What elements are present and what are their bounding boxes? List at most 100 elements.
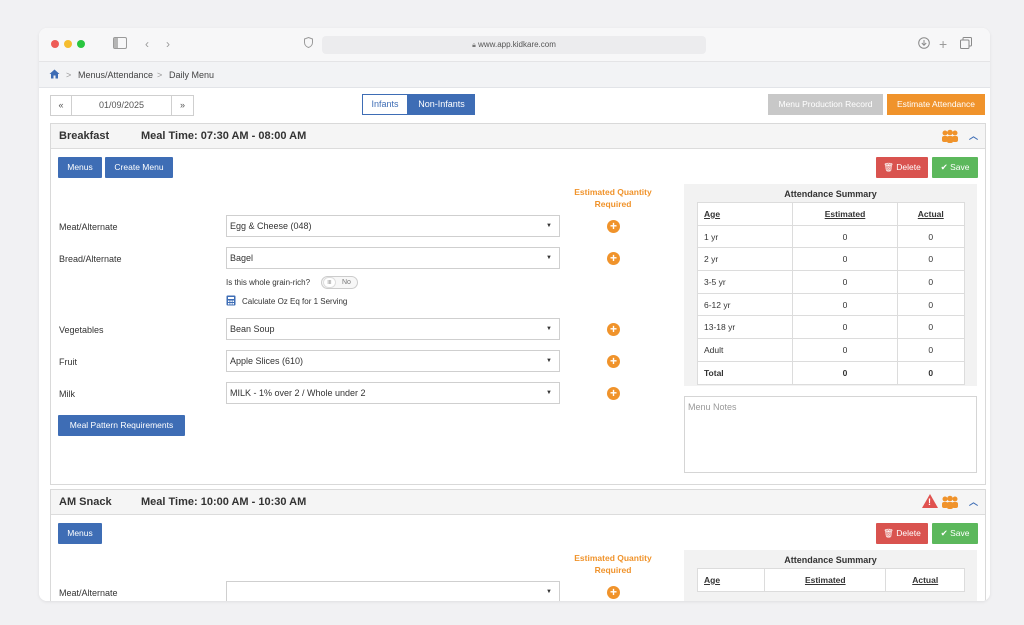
- delete-label: Delete: [896, 162, 921, 172]
- add-quantity-icon[interactable]: +: [607, 252, 620, 265]
- calculator-icon[interactable]: [226, 295, 236, 308]
- breakfast-header[interactable]: Breakfast Meal Time: 07:30 AM - 08:00 AM…: [51, 124, 985, 149]
- fruit-select[interactable]: Apple Slices (610) ▼: [226, 350, 560, 372]
- column-header-age[interactable]: Age: [696, 202, 794, 226]
- add-quantity-icon[interactable]: +: [607, 355, 620, 368]
- meal-time: Meal Time: 10:00 AM - 10:30 AM: [141, 496, 307, 508]
- breadcrumb: > Menus/Attendance > Daily Menu: [39, 62, 990, 88]
- next-date-button[interactable]: »: [171, 95, 194, 116]
- sidebar-toggle-icon[interactable]: [113, 37, 127, 52]
- meat-alternate-select[interactable]: Egg & Cheese (048) ▼: [226, 215, 560, 237]
- column-header-age[interactable]: Age: [696, 568, 766, 592]
- add-quantity-icon[interactable]: +: [607, 220, 620, 233]
- meal-pattern-requirements-button[interactable]: Meal Pattern Requirements: [58, 415, 185, 436]
- breadcrumb-menus-attendance[interactable]: Menus/Attendance: [78, 70, 153, 80]
- date-input[interactable]: 01/09/2025: [71, 95, 172, 116]
- bread-alternate-select[interactable]: Bagel ▼: [226, 247, 560, 269]
- browser-chrome: ‹ › 🔒︎ www.app.kidkare.com +: [39, 28, 990, 62]
- download-icon[interactable]: [918, 37, 930, 52]
- shield-icon[interactable]: [304, 36, 313, 51]
- minimize-window-dot[interactable]: [64, 40, 72, 48]
- caret-down-icon: ▼: [546, 390, 552, 396]
- meat-alternate-select[interactable]: ▼: [226, 581, 560, 601]
- breadcrumb-separator: >: [66, 70, 72, 80]
- column-header-estimated[interactable]: Estimated: [764, 568, 887, 592]
- attendance-summary-title: Attendance Summary: [784, 555, 877, 565]
- address-bar[interactable]: 🔒︎ www.app.kidkare.com: [322, 36, 706, 54]
- save-button[interactable]: ✔ Save: [932, 157, 978, 178]
- add-quantity-icon[interactable]: +: [607, 387, 620, 400]
- breadcrumb-daily-menu: Daily Menu: [169, 70, 215, 80]
- table-row: 13-18 yr 0 0: [696, 315, 966, 340]
- select-value: Egg & Cheese (048): [230, 221, 312, 231]
- chevron-up-icon[interactable]: ︿: [969, 495, 978, 508]
- select-value: Bagel: [230, 253, 254, 263]
- create-menu-button[interactable]: Create Menu: [105, 157, 173, 178]
- age-cell: 13-18 yr: [696, 315, 794, 340]
- prev-date-button[interactable]: «: [50, 95, 72, 116]
- estimated-cell: 0: [792, 338, 898, 362]
- column-header-actual[interactable]: Actual: [885, 568, 965, 592]
- tab-infants[interactable]: Infants: [362, 94, 408, 115]
- caret-down-icon: ▼: [546, 589, 552, 595]
- column-header-actual[interactable]: Actual: [896, 202, 966, 226]
- select-value: Apple Slices (610): [230, 356, 304, 366]
- check-circle-icon: ✔: [940, 528, 948, 538]
- menus-button[interactable]: Menus: [58, 157, 102, 178]
- component-label-bread: Bread/Alternate: [59, 254, 122, 264]
- new-tab-icon[interactable]: +: [939, 37, 947, 51]
- tab-overview-icon[interactable]: [960, 37, 972, 52]
- estimate-attendance-button[interactable]: Estimate Attendance: [887, 94, 985, 115]
- caret-down-icon: ▼: [546, 326, 552, 332]
- trash-icon: 🗑︎: [883, 528, 894, 538]
- calculate-oz-eq-link[interactable]: Calculate Oz Eq for 1 Serving: [242, 297, 347, 306]
- estimated-cell: 0: [792, 360, 898, 385]
- attendance-table: Age Estimated Actual: [696, 568, 965, 592]
- component-label-meat: Meat/Alternate: [59, 222, 118, 232]
- attendance-summary: Attendance Summary Age Estimated Actual: [684, 550, 977, 601]
- component-label-fruit: Fruit: [59, 357, 77, 367]
- add-quantity-icon[interactable]: +: [607, 323, 620, 336]
- close-window-dot[interactable]: [51, 40, 59, 48]
- table-row: Adult 0 0: [696, 338, 966, 362]
- milk-select[interactable]: MILK - 1% over 2 / Whole under 2 ▼: [226, 382, 560, 404]
- whole-grain-question: Is this whole grain-rich?: [226, 278, 311, 287]
- caret-down-icon: ▼: [546, 223, 552, 229]
- menus-button[interactable]: Menus: [58, 523, 102, 544]
- menu-production-record-button[interactable]: Menu Production Record: [768, 94, 883, 115]
- actual-cell: 0: [896, 270, 966, 294]
- back-icon[interactable]: ‹: [145, 37, 149, 51]
- attendance-summary: Attendance Summary Age Estimated Actual …: [684, 184, 977, 386]
- estimated-cell: 0: [792, 292, 898, 317]
- check-circle-icon: ✔: [940, 162, 948, 172]
- am-snack-header[interactable]: AM Snack Meal Time: 10:00 AM - 10:30 AM …: [51, 490, 985, 515]
- menu-notes-textarea[interactable]: Menu Notes: [684, 396, 977, 473]
- delete-button[interactable]: 🗑︎ Delete: [876, 523, 928, 544]
- add-quantity-icon[interactable]: +: [607, 586, 620, 599]
- table-row: 2 yr 0 0: [696, 247, 966, 272]
- breakfast-panel: Breakfast Meal Time: 07:30 AM - 08:00 AM…: [50, 123, 986, 485]
- column-header-estimated[interactable]: Estimated: [792, 202, 898, 226]
- save-button[interactable]: ✔ Save: [932, 523, 978, 544]
- group-icon[interactable]: [941, 495, 959, 512]
- attendance-summary-title: Attendance Summary: [784, 189, 877, 199]
- actual-cell: 0: [896, 224, 966, 249]
- url-text: www.app.kidkare.com: [478, 40, 556, 49]
- chevron-up-icon[interactable]: ︿: [969, 129, 978, 142]
- whole-grain-toggle[interactable]: III No: [321, 276, 358, 289]
- tab-non-infants[interactable]: Non-Infants: [408, 94, 475, 115]
- age-cell: 2 yr: [696, 247, 794, 272]
- age-cell: 6-12 yr: [696, 292, 794, 317]
- delete-button[interactable]: 🗑︎ Delete: [876, 157, 928, 178]
- warning-icon[interactable]: !: [922, 494, 938, 508]
- lock-icon: 🔒︎: [472, 42, 476, 49]
- maximize-window-dot[interactable]: [77, 40, 85, 48]
- toggle-handle: III: [323, 277, 336, 288]
- forward-icon[interactable]: ›: [166, 37, 170, 51]
- select-value: MILK - 1% over 2 / Whole under 2: [230, 388, 366, 398]
- estimated-quantity-header: Estimated Quantity Required: [574, 187, 652, 209]
- vegetables-select[interactable]: Bean Soup ▼: [226, 318, 560, 340]
- actual-cell: 0: [896, 360, 966, 385]
- group-icon[interactable]: [941, 129, 959, 146]
- home-icon[interactable]: [49, 69, 60, 81]
